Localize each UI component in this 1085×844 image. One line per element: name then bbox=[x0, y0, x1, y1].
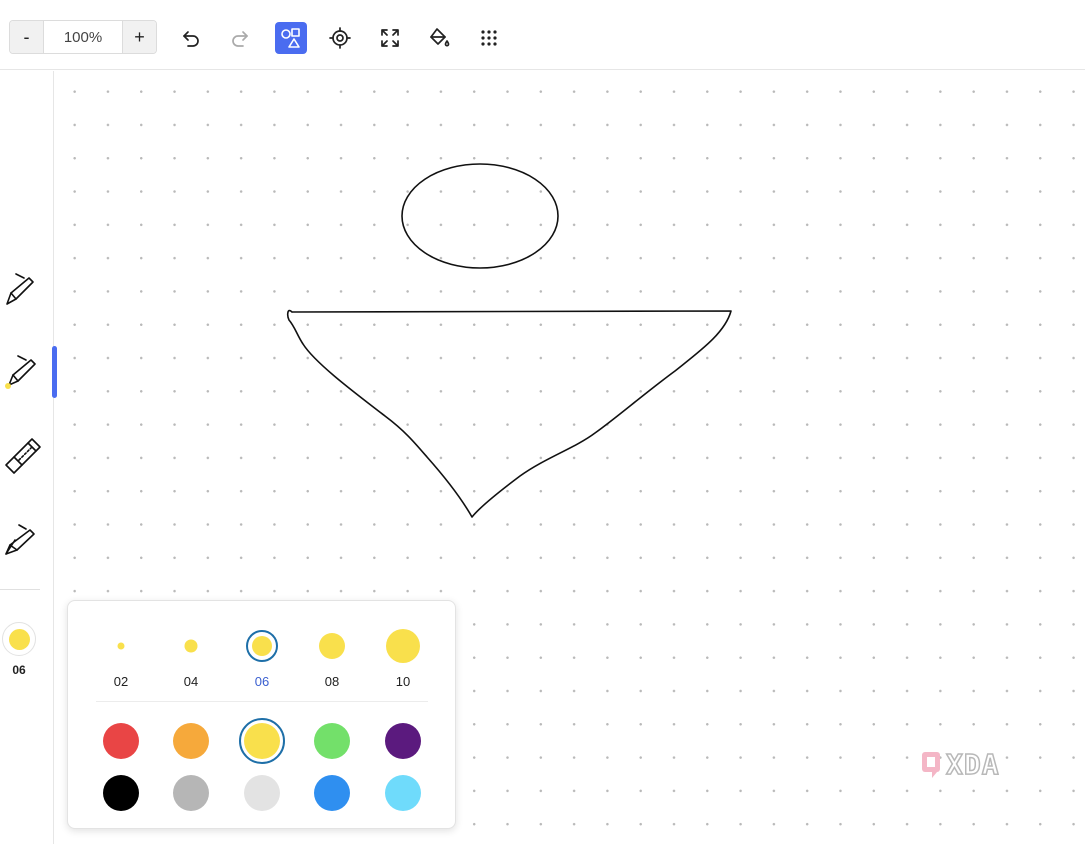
color-dot bbox=[314, 723, 350, 759]
color-swatch-orange[interactable] bbox=[166, 716, 216, 766]
size-option-06[interactable]: 06 bbox=[237, 623, 287, 693]
locate-button[interactable] bbox=[324, 22, 356, 54]
color-dot bbox=[314, 775, 350, 811]
color-swatch-black[interactable] bbox=[96, 768, 146, 818]
pen-icon bbox=[6, 273, 34, 305]
size-swatch bbox=[117, 642, 125, 650]
color-swatch-cyan[interactable] bbox=[378, 768, 428, 818]
pen-settings-popup: 02 04 06 08 10 bbox=[67, 600, 456, 829]
size-swatch bbox=[386, 629, 420, 663]
fit-screen-icon bbox=[381, 29, 399, 47]
locate-icon bbox=[329, 27, 351, 49]
xda-logo-icon bbox=[922, 752, 940, 778]
color-swatch-light-gray[interactable] bbox=[237, 768, 287, 818]
size-label: 08 bbox=[324, 674, 340, 689]
color-swatch-blue[interactable] bbox=[307, 768, 357, 818]
selected-color-ring bbox=[239, 718, 285, 764]
sidebar-divider bbox=[0, 589, 40, 590]
drawn-ellipse[interactable] bbox=[401, 163, 559, 269]
color-swatch-gray[interactable] bbox=[166, 768, 216, 818]
size-option-08[interactable]: 08 bbox=[307, 623, 357, 693]
drawn-triangle[interactable] bbox=[286, 309, 732, 518]
xda-watermark-text: XDA bbox=[945, 747, 1000, 782]
current-color-dot bbox=[8, 628, 30, 650]
color-dot bbox=[173, 723, 209, 759]
color-swatch-green[interactable] bbox=[307, 716, 357, 766]
eraser-tool[interactable] bbox=[0, 430, 44, 480]
color-dot bbox=[385, 775, 421, 811]
size-label: 10 bbox=[395, 674, 411, 689]
color-dot bbox=[244, 775, 280, 811]
size-option-02[interactable]: 02 bbox=[96, 623, 146, 693]
highlighter-icon bbox=[5, 355, 36, 389]
xda-watermark: XDA bbox=[920, 747, 1000, 782]
calligraphy-pen-tool[interactable] bbox=[0, 513, 44, 563]
undo-icon bbox=[183, 31, 199, 47]
color-dot bbox=[244, 723, 280, 759]
size-swatch bbox=[184, 639, 198, 653]
current-color-swatch[interactable] bbox=[2, 622, 36, 656]
size-swatch bbox=[252, 636, 272, 656]
color-swatch-purple[interactable] bbox=[378, 716, 428, 766]
fill-bucket-button[interactable] bbox=[423, 22, 455, 54]
pen-sidebar: 06 bbox=[0, 71, 57, 844]
fill-bucket-icon bbox=[430, 28, 450, 47]
size-label: 02 bbox=[113, 674, 129, 689]
color-dot bbox=[385, 723, 421, 759]
eraser-icon bbox=[5, 438, 41, 474]
size-label: 04 bbox=[183, 674, 199, 689]
color-swatch-red[interactable] bbox=[96, 716, 146, 766]
undo-button[interactable] bbox=[175, 22, 207, 54]
size-label: 06 bbox=[254, 674, 270, 689]
calligraphy-pen-icon bbox=[5, 524, 35, 555]
current-size-label: 06 bbox=[12, 663, 26, 677]
redo-icon bbox=[232, 31, 248, 47]
pen-tool[interactable] bbox=[0, 264, 44, 314]
size-swatch bbox=[319, 633, 345, 659]
color-dot bbox=[173, 775, 209, 811]
zoom-level-display[interactable]: 100% bbox=[43, 21, 123, 53]
zoom-out-button[interactable]: - bbox=[10, 21, 43, 53]
grid-dots-button[interactable] bbox=[473, 22, 505, 54]
color-dot bbox=[103, 723, 139, 759]
size-option-10[interactable]: 10 bbox=[378, 623, 428, 693]
size-option-04[interactable]: 04 bbox=[166, 623, 216, 693]
redo-button[interactable] bbox=[224, 22, 256, 54]
color-dot bbox=[103, 775, 139, 811]
highlighter-tool[interactable] bbox=[0, 347, 44, 397]
zoom-in-button[interactable]: + bbox=[123, 21, 156, 53]
top-toolbar: - 100% + bbox=[0, 0, 1085, 70]
zoom-control: - 100% + bbox=[9, 20, 157, 54]
shapes-icon bbox=[281, 28, 300, 48]
active-tool-indicator bbox=[52, 346, 57, 398]
color-swatch-yellow[interactable] bbox=[237, 716, 287, 766]
grid-dots-icon bbox=[481, 30, 497, 46]
palette-divider bbox=[96, 701, 428, 702]
shapes-button[interactable] bbox=[275, 22, 307, 54]
fit-screen-button[interactable] bbox=[374, 22, 406, 54]
